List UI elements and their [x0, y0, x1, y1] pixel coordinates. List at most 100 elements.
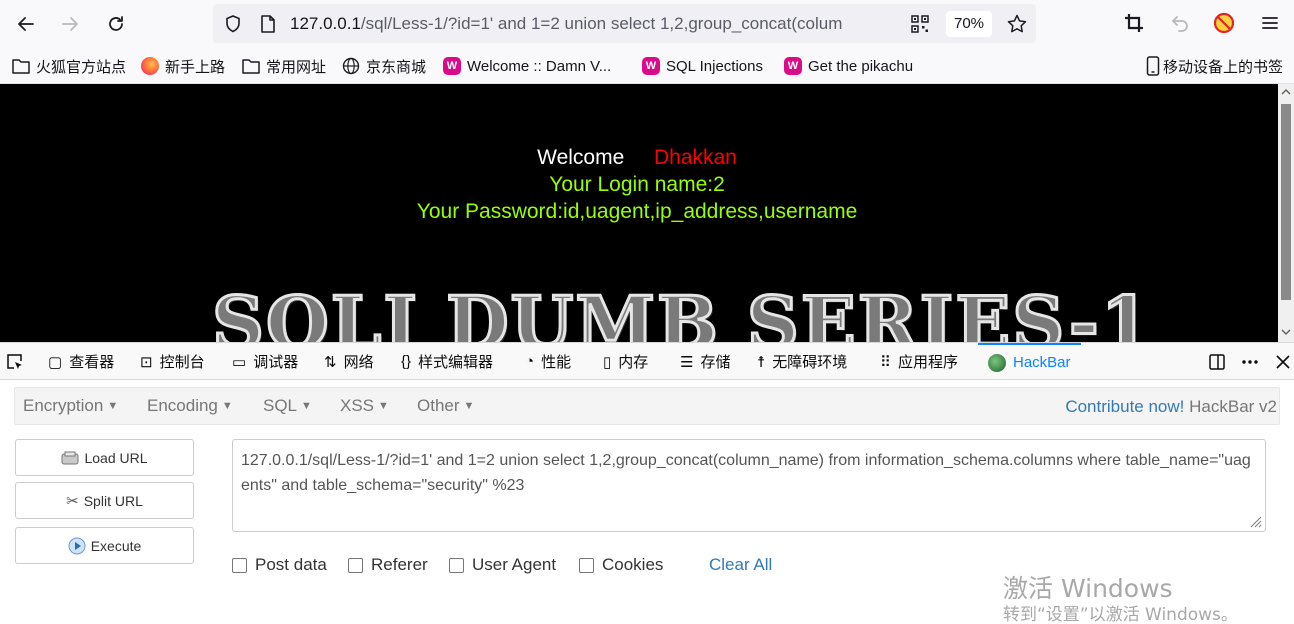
load-url-button[interactable]: Load URL [15, 439, 194, 476]
scroll-up-icon[interactable] [1281, 88, 1291, 96]
tab-performance[interactable]: ◔ 性能 [525, 343, 571, 380]
more-options-icon[interactable] [1240, 353, 1260, 371]
user-agent-checkbox[interactable]: User Agent [449, 555, 556, 575]
tab-inspector[interactable]: ▢ 查看器 [48, 343, 114, 380]
accessibility-icon: ☨ [757, 353, 766, 371]
tab-console[interactable]: ⊡ 控制台 [140, 343, 205, 380]
mobile-bookmarks-label: 移动设备上的书签 [1163, 58, 1284, 76]
page-scrollbar[interactable] [1278, 84, 1294, 342]
checkbox-box[interactable] [579, 557, 594, 573]
forward-button[interactable] [56, 10, 84, 38]
bookmark-item[interactable]: 火狐官方站点 [12, 55, 126, 77]
dock-side-icon[interactable] [1208, 353, 1226, 371]
menu-label: Other [417, 396, 460, 415]
referer-checkbox[interactable]: Referer [348, 555, 428, 575]
checkbox-label: Referer [371, 555, 428, 574]
caret-down-icon: ▼ [221, 400, 233, 412]
url-text[interactable]: 127.0.0.1/sql/Less-1/?id=1' and 1=2 unio… [290, 14, 902, 34]
element-picker-icon[interactable] [6, 353, 24, 371]
execute-label: Execute [90, 537, 142, 554]
scroll-thumb[interactable] [1281, 104, 1291, 300]
hackbar-version: HackBar v2 [1189, 397, 1277, 416]
bookmarks-bar: 火狐官方站点 新手上路 常用网址 京东商城 W Welcome :: Damn … [0, 48, 1294, 84]
tab-label: 样式编辑器 [418, 354, 494, 371]
menu-encoding[interactable]: Encoding ▼ [147, 396, 233, 416]
zoom-level[interactable]: 70% [946, 11, 992, 37]
login-name-result: Your Login name:2 [549, 173, 725, 196]
page-content: Welcome Dhakkan Your Login name:2 Your P… [0, 84, 1278, 342]
gauge-icon: ◔ [525, 353, 535, 370]
checkbox-box[interactable] [449, 557, 464, 573]
wamp-icon: W [642, 57, 660, 75]
scroll-down-icon[interactable] [1281, 328, 1291, 336]
reload-button[interactable] [102, 10, 130, 38]
password-result: Your Password:id,uagent,ip_address,usern… [416, 200, 858, 223]
back-arrow-icon [18, 17, 34, 31]
hackbar-url-textarea[interactable]: 127.0.0.1/sql/Less-1/?id=1' and 1=2 unio… [232, 439, 1266, 532]
menu-xss[interactable]: XSS ▼ [340, 396, 389, 416]
tab-label: 存储 [700, 354, 731, 371]
tab-label: 查看器 [69, 354, 115, 371]
tab-style-editor[interactable]: {} 样式编辑器 [401, 343, 493, 380]
url-host: 127.0.0.1 [290, 14, 361, 33]
bookmark-item[interactable]: W SQL Injections [642, 55, 763, 77]
back-button[interactable] [12, 10, 40, 38]
play-icon [68, 537, 86, 554]
hackbar-logo-icon [988, 353, 1006, 372]
screenshot-crop-icon[interactable] [1124, 13, 1144, 33]
qr-code-icon[interactable] [910, 14, 930, 34]
menu-sql[interactable]: SQL ▼ [263, 396, 312, 416]
split-url-button[interactable]: ✂ Split URL [15, 482, 194, 519]
load-url-icon [61, 451, 79, 464]
tab-application[interactable]: ⠿ 应用程序 [880, 343, 958, 380]
folder-icon [242, 59, 260, 74]
bookmark-label: Get the pikachu [808, 57, 914, 75]
tab-storage[interactable]: ☰ 存储 [680, 343, 730, 380]
mobile-bookmarks[interactable]: 移动设备上的书签 [1146, 55, 1283, 77]
tab-accessibility[interactable]: ☨ 无障碍环境 [757, 343, 847, 380]
tab-label: HackBar [1013, 354, 1071, 371]
checkbox-label: Post data [255, 555, 327, 574]
bookmark-item[interactable]: 常用网址 [242, 55, 326, 77]
braces-icon: {} [401, 353, 412, 370]
tab-memory[interactable]: ▯ 内存 [603, 343, 648, 380]
execute-button[interactable]: Execute [15, 527, 194, 564]
undo-icon[interactable] [1170, 13, 1190, 33]
bookmark-item[interactable]: 新手上路 [141, 55, 225, 77]
caret-down-icon: ▼ [378, 400, 389, 412]
menu-other[interactable]: Other ▼ [417, 396, 474, 416]
tab-label: 网络 [343, 354, 374, 371]
bookmark-item[interactable]: W Welcome :: Damn V... [443, 55, 611, 77]
bookmark-label: 常用网址 [266, 58, 327, 76]
welcome-line: Welcome Dhakkan [0, 146, 1274, 170]
welcome-user: Dhakkan [653, 146, 737, 169]
menu-label: Encryption [23, 396, 104, 415]
checkbox-box[interactable] [232, 557, 247, 573]
bookmark-item[interactable]: 京东商城 [342, 55, 426, 77]
hackbar-url-value: 127.0.0.1/sql/Less-1/?id=1' and 1=2 unio… [241, 452, 1251, 494]
checkbox-box[interactable] [348, 557, 363, 573]
tab-label: 控制台 [159, 354, 205, 371]
close-devtools-icon[interactable] [1274, 353, 1292, 371]
star-icon[interactable] [1006, 13, 1028, 35]
console-icon: ⊡ [140, 353, 153, 371]
clear-all-link[interactable]: Clear All [709, 555, 772, 575]
forward-arrow-icon [62, 17, 78, 31]
grid-icon: ⠿ [880, 353, 891, 371]
tab-network[interactable]: ⇅ 网络 [324, 343, 374, 380]
contribute-link[interactable]: Contribute now! HackBar v2 [1065, 397, 1277, 417]
tab-debugger[interactable]: ▭ 调试器 [232, 343, 298, 380]
post-data-checkbox[interactable]: Post data [232, 555, 327, 575]
tab-hackbar[interactable]: HackBar [978, 343, 1081, 380]
url-bar[interactable]: 127.0.0.1/sql/Less-1/?id=1' and 1=2 unio… [213, 4, 1036, 43]
cookies-checkbox[interactable]: Cookies [579, 555, 663, 575]
activation-watermark-hint: 转到“设置”以激活 Windows。 [1003, 605, 1238, 624]
bookmark-item[interactable]: W Get the pikachu [784, 55, 913, 77]
shield-icon[interactable] [223, 14, 243, 34]
hamburger-menu-icon[interactable] [1260, 13, 1280, 33]
blocker-extension-icon[interactable] [1213, 12, 1235, 34]
resize-handle-icon[interactable] [1248, 514, 1262, 528]
menu-encryption[interactable]: Encryption ▼ [23, 396, 118, 416]
globe-icon [342, 57, 360, 75]
page-icon[interactable] [259, 14, 277, 34]
